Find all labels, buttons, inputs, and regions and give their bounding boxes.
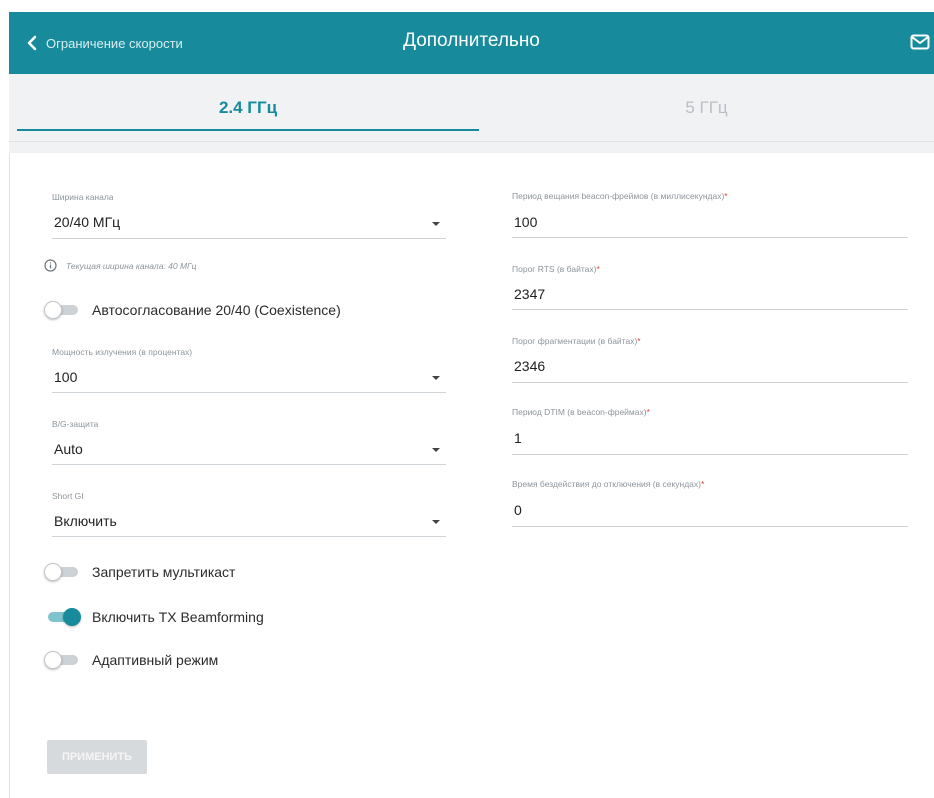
short-gi-select[interactable]: Short GI Включить	[52, 491, 446, 539]
current-width-info: Текущая ширина канала: 40 МГц	[44, 259, 197, 272]
tx-power-label: Мощность излучения (в процентах)	[52, 347, 193, 357]
chevron-down-icon	[432, 520, 440, 524]
chevron-down-icon	[432, 448, 440, 452]
frag-threshold-field[interactable]: Порог фрагментации (в байтах)* 2346	[512, 336, 908, 386]
beacon-period-value: 100	[514, 214, 538, 230]
toggle-switch-off[interactable]	[44, 562, 80, 582]
adaptive-mode-toggle[interactable]: Адаптивный режим	[44, 650, 218, 670]
field-underline	[52, 536, 446, 537]
field-underline	[512, 237, 908, 238]
block-multicast-toggle[interactable]: Запретить мультикаст	[44, 562, 235, 582]
app-header: Ограничение скорости Дополнительно	[9, 12, 934, 74]
settings-panel	[9, 153, 934, 798]
dtim-period-field[interactable]: Период DTIM (в beacon-фреймах)* 1	[512, 407, 908, 457]
toggle-switch-off[interactable]	[44, 650, 80, 670]
channel-width-label: Ширина канала	[52, 192, 114, 202]
rts-threshold-field[interactable]: Порог RTS (в байтах)* 2347	[512, 264, 908, 314]
page: Ограничение скорости Дополнительно 2.4 Г…	[9, 12, 934, 798]
field-underline	[512, 454, 908, 455]
idle-timeout-label: Время бездействия до отключения (в секун…	[512, 479, 705, 489]
toggle-switch-on[interactable]	[44, 607, 81, 627]
field-underline	[52, 238, 446, 239]
adaptive-mode-label: Адаптивный режим	[92, 652, 219, 668]
band-tabs: 2.4 ГГц 5 ГГц	[9, 74, 934, 142]
coexistence-label: Автосогласование 20/40 (Coexistence)	[92, 302, 341, 318]
dtim-period-value: 1	[514, 430, 522, 446]
idle-timeout-field[interactable]: Время бездействия до отключения (в секун…	[512, 479, 908, 529]
dtim-period-label: Период DTIM (в beacon-фреймах)*	[512, 407, 650, 417]
channel-width-select[interactable]: Ширина канала 20/40 МГц	[52, 192, 446, 240]
chevron-down-icon	[432, 376, 440, 380]
bg-protection-select[interactable]: B/G-защита Auto	[52, 419, 446, 467]
rts-threshold-label: Порог RTS (в байтах)*	[512, 264, 600, 274]
tab-5ghz[interactable]: 5 ГГц	[479, 74, 934, 142]
field-underline	[512, 309, 908, 310]
short-gi-value: Включить	[54, 513, 117, 529]
tx-power-select[interactable]: Мощность излучения (в процентах) 100	[52, 347, 446, 395]
tx-power-value: 100	[54, 369, 78, 385]
bg-protection-value: Auto	[54, 441, 83, 457]
tx-beamforming-label: Включить TX Beamforming	[92, 609, 264, 625]
channel-width-value: 20/40 МГц	[54, 214, 121, 230]
beacon-period-field[interactable]: Период вещания beacon-фреймов (в миллисе…	[512, 191, 908, 241]
toggle-switch-off[interactable]	[44, 300, 80, 320]
tab-2-4ghz[interactable]: 2.4 ГГц	[17, 74, 479, 142]
field-underline	[512, 382, 908, 383]
apply-button[interactable]: ПРИМЕНИТЬ	[47, 740, 147, 774]
frag-threshold-label: Порог фрагментации (в байтах)*	[512, 336, 641, 346]
beacon-period-label: Период вещания beacon-фреймов (в миллисе…	[512, 191, 728, 201]
field-underline	[512, 526, 908, 527]
frag-threshold-value: 2346	[514, 358, 546, 374]
rts-threshold-value: 2347	[514, 286, 546, 302]
bg-protection-label: B/G-защита	[52, 419, 99, 429]
idle-timeout-value: 0	[514, 502, 522, 518]
short-gi-label: Short GI	[52, 491, 84, 501]
coexistence-toggle[interactable]: Автосогласование 20/40 (Coexistence)	[44, 300, 341, 320]
field-underline	[52, 392, 446, 393]
field-underline	[52, 464, 446, 465]
active-tab-indicator	[17, 129, 479, 131]
current-width-text: Текущая ширина канала: 40 МГц	[66, 260, 197, 271]
info-icon	[44, 259, 57, 272]
page-title: Дополнительно	[403, 30, 540, 51]
chevron-down-icon	[432, 222, 440, 226]
block-multicast-label: Запретить мультикаст	[92, 564, 236, 580]
tx-beamforming-toggle[interactable]: Включить TX Beamforming	[44, 607, 264, 627]
mail-icon[interactable]	[910, 34, 930, 55]
